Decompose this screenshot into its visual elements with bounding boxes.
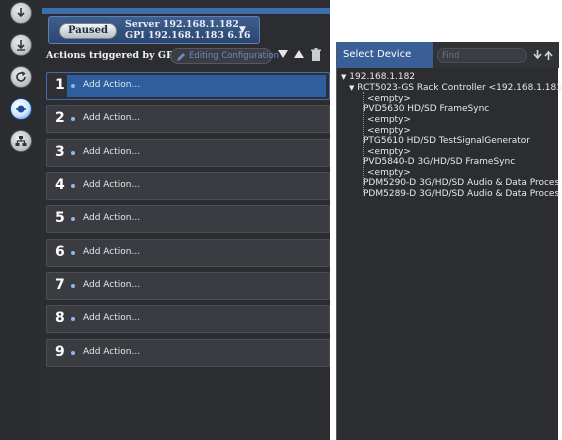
tree-node-slot[interactable]: PVD5630 HD/SD FrameSync	[363, 104, 489, 114]
gpi-address: GPI 192.168.1.183 6.16	[125, 30, 251, 41]
tree-node-root[interactable]: ▼ 192.168.1.182	[341, 72, 415, 82]
tree-node-slot[interactable]: PTG5610 HD/SD TestSignalGenerator	[363, 136, 530, 146]
tree-node-slot[interactable]: <empty>	[367, 168, 411, 178]
action-number: 3	[55, 144, 65, 160]
tree-node-label: 192.168.1.182	[349, 72, 416, 82]
select-device-tab[interactable]: Select Device	[337, 42, 433, 68]
add-action-link[interactable]: Add Action...	[83, 147, 140, 157]
add-action-link[interactable]: Add Action...	[83, 80, 140, 90]
app-window: Paused Server 192.168.1.182 GPI 192.168.…	[0, 0, 562, 440]
add-action-link[interactable]: Add Action...	[83, 280, 140, 290]
tree-node-slot[interactable]: PDM5289-D 3G/HD/SD Audio & Data Proces..…	[363, 189, 562, 199]
add-action-link[interactable]: Add Action...	[83, 247, 140, 257]
add-action-link[interactable]: Add Action...	[83, 313, 140, 323]
action-number: 8	[55, 310, 65, 326]
tree-node-slot[interactable]: PDM5290-D 3G/HD/SD Audio & Data Proces..…	[363, 178, 562, 188]
download-icon[interactable]	[10, 34, 32, 56]
bullet-icon	[71, 117, 75, 121]
header-strip	[42, 8, 330, 14]
status-bar: Paused Server 192.168.1.182 GPI 192.168.…	[40, 0, 330, 44]
bullet-icon	[71, 84, 75, 88]
bullet-icon	[71, 351, 75, 355]
find-previous-icon[interactable]	[544, 50, 553, 60]
tree-node-label: <empty>	[367, 94, 411, 104]
find-next-icon[interactable]	[533, 50, 542, 60]
add-action-link[interactable]: Add Action...	[83, 213, 140, 223]
tree-node-slot[interactable]: <empty>	[367, 94, 411, 104]
select-device-label: Select Device	[343, 49, 412, 60]
expand-triangle-icon[interactable]: ▼	[341, 73, 346, 81]
tree-node-label: PDM5290-D 3G/HD/SD Audio & Data Proces..…	[363, 178, 562, 188]
actions-toolbar: Actions triggered by GPI: Editing Config…	[40, 44, 330, 68]
action-row[interactable]: 4 Add Action...	[46, 172, 330, 200]
actions-label: Actions triggered by GPI:	[46, 50, 182, 61]
tree-node-label: PDM5289-D 3G/HD/SD Audio & Data Proces..…	[363, 189, 562, 199]
action-row[interactable]: 2 Add Action...	[46, 105, 330, 133]
device-panel-header: Select Device	[337, 42, 559, 68]
bullet-icon	[71, 151, 75, 155]
expand-triangle-icon[interactable]: ▼	[349, 84, 354, 92]
tree-node-label: <empty>	[367, 147, 411, 157]
add-action-link[interactable]: Add Action...	[83, 347, 140, 357]
pencil-icon	[177, 53, 185, 61]
editing-label: Editing Configuration	[189, 51, 279, 61]
tree-node-slot[interactable]: <empty>	[367, 126, 411, 136]
tree-node-label: <empty>	[367, 126, 411, 136]
action-number: 4	[55, 177, 65, 193]
bullet-icon	[71, 251, 75, 255]
refresh-icon[interactable]	[10, 66, 32, 88]
action-number: 6	[55, 244, 65, 260]
tree-node-label: <empty>	[367, 168, 411, 178]
tree-node-label: PVD5630 HD/SD FrameSync	[363, 104, 490, 114]
left-icon-rail	[0, 0, 40, 440]
action-number: 5	[55, 210, 65, 226]
network-icon[interactable]	[10, 130, 32, 152]
tree-node-label: PTG5610 HD/SD TestSignalGenerator	[363, 136, 530, 146]
find-input[interactable]	[437, 48, 527, 63]
move-down-icon[interactable]	[278, 50, 288, 58]
paused-button[interactable]: Paused	[59, 23, 117, 39]
tree-node-label: RCT5023-GS Rack Controller <192.168.1.18…	[357, 83, 562, 93]
tree-node-label: <empty>	[367, 115, 411, 125]
action-row[interactable]: 6 Add Action...	[46, 239, 330, 267]
action-row[interactable]: 9 Add Action...	[46, 339, 330, 367]
move-up-icon[interactable]	[294, 50, 304, 58]
action-row[interactable]: 8 Add Action...	[46, 305, 330, 333]
tree-node-controller[interactable]: ▼ RCT5023-GS Rack Controller <192.168.1.…	[349, 83, 562, 93]
bullet-icon	[71, 284, 75, 288]
action-row[interactable]: 3 Add Action...	[46, 139, 330, 167]
add-action-link[interactable]: Add Action...	[83, 180, 140, 190]
actions-panel: Paused Server 192.168.1.182 GPI 192.168.…	[40, 0, 330, 440]
action-number: 9	[55, 344, 65, 360]
action-number: 2	[55, 110, 65, 126]
action-row[interactable]: 7 Add Action...	[46, 272, 330, 300]
add-action-link[interactable]: Add Action...	[83, 113, 140, 123]
chevron-down-icon[interactable]: ▼	[239, 25, 246, 35]
top-icon[interactable]	[10, 2, 32, 24]
bullet-icon	[71, 184, 75, 188]
tree-node-slot[interactable]: <empty>	[367, 115, 411, 125]
action-number: 7	[55, 277, 65, 293]
gpi-trigger-icon[interactable]	[10, 98, 32, 120]
server-address: Server 192.168.1.182	[125, 19, 239, 30]
tree-node-slot[interactable]: <empty>	[367, 147, 411, 157]
editing-configuration-toggle[interactable]: Editing Configuration	[170, 48, 279, 64]
server-selector[interactable]: Paused Server 192.168.1.182 GPI 192.168.…	[48, 16, 260, 44]
bullet-icon	[71, 217, 75, 221]
tree-node-label: PVD5840-D 3G/HD/SD FrameSync	[363, 157, 516, 167]
trash-icon[interactable]	[310, 48, 322, 62]
select-device-panel: Select Device ▼ 192.168.1.182 ▼ RCT5023-…	[336, 42, 562, 440]
action-number: 1	[55, 77, 65, 93]
action-row[interactable]: 5 Add Action...	[46, 205, 330, 233]
bullet-icon	[71, 317, 75, 321]
tree-node-slot[interactable]: PVD5840-D 3G/HD/SD FrameSync	[363, 157, 515, 167]
action-row[interactable]: 1 Add Action...	[46, 72, 330, 100]
